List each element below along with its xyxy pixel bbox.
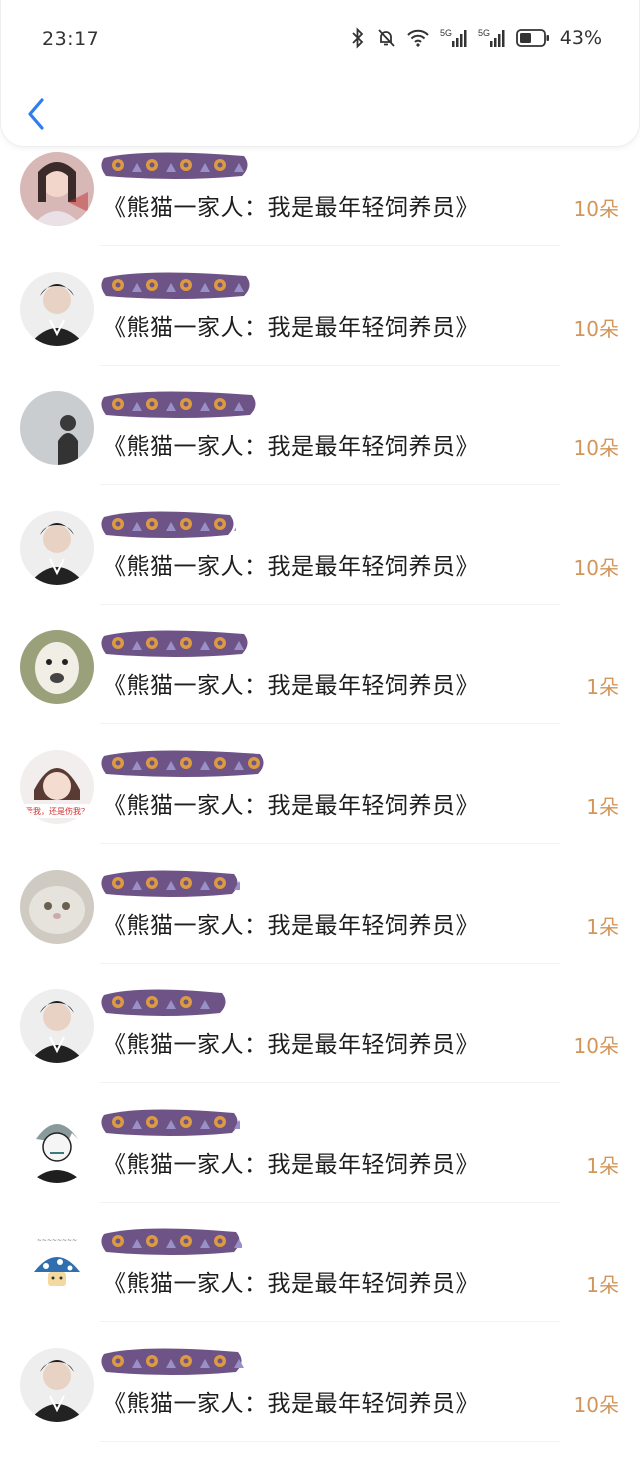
- gift-title: 《熊猫一家人：我是最年轻饲养员》: [103, 912, 479, 939]
- row-divider: [100, 603, 560, 605]
- flower-count: 10朵: [573, 197, 619, 221]
- avatar[interactable]: 爱我，还是伤我？: [20, 749, 94, 824]
- gift-title: 《熊猫一家人：我是最年轻饲养员》: [103, 1271, 479, 1298]
- 5g-signal-icon: 5G: [478, 28, 505, 47]
- gift-title: 《熊猫一家人：我是最年轻饲养员》: [103, 434, 479, 461]
- username-redaction: [100, 864, 244, 902]
- svg-text:爱我，还是伤我？: 爱我，还是伤我？: [25, 806, 89, 816]
- svg-text:5G: 5G: [440, 28, 452, 38]
- row-divider: [100, 1440, 560, 1442]
- row-divider: [100, 1201, 560, 1203]
- avatar[interactable]: [20, 989, 94, 1064]
- avatar[interactable]: [20, 391, 94, 466]
- username-redaction: [100, 1222, 244, 1260]
- username-redaction: [100, 1342, 244, 1380]
- row-divider: [100, 723, 560, 725]
- bluetooth-icon: [352, 27, 364, 49]
- row-divider: [100, 842, 560, 844]
- battery-icon: [515, 29, 549, 47]
- gift-title: 《熊猫一家人：我是最年轻饲养员》: [103, 553, 479, 580]
- avatar[interactable]: [20, 271, 94, 346]
- list-item[interactable]: 《熊猫一家人：我是最年轻饲养员》 10朵: [0, 1342, 640, 1462]
- 5g-signal-icon: 5G: [440, 28, 467, 47]
- gift-title: 《熊猫一家人：我是最年轻饲养员》: [103, 195, 479, 221]
- avatar[interactable]: [20, 1347, 94, 1422]
- svg-text:~~~~~~~~: ~~~~~~~~: [37, 1237, 77, 1244]
- flower-count: 10朵: [573, 1034, 619, 1059]
- username-redaction: [100, 983, 228, 1021]
- back-button[interactable]: [18, 92, 54, 136]
- chevron-left-icon: [28, 98, 44, 130]
- list-item[interactable]: 《熊猫一家人：我是最年轻饲养员》 10朵: [0, 146, 640, 266]
- gift-title: 《熊猫一家人：我是最年轻饲养员》: [103, 1151, 479, 1178]
- username-redaction: [100, 385, 258, 423]
- list-item[interactable]: 《熊猫一家人：我是最年轻饲养员》 10朵: [0, 385, 640, 505]
- gift-title: 《熊猫一家人：我是最年轻饲养员》: [103, 673, 479, 700]
- avatar[interactable]: [20, 1108, 94, 1183]
- username-redaction: [100, 505, 244, 543]
- gift-title: 《熊猫一家人：我是最年轻饲养员》: [103, 1390, 479, 1417]
- list-item[interactable]: 《熊猫一家人：我是最年轻饲养员》 1朵: [0, 864, 640, 984]
- list-item[interactable]: 《熊猫一家人：我是最年轻饲养员》 10朵: [0, 266, 640, 386]
- list-item[interactable]: ~~~~~~~~ 《熊猫一家人：我是最年轻饲养员》 1朵: [0, 1222, 640, 1342]
- wifi-icon: [407, 29, 429, 47]
- username-redaction: [100, 266, 252, 304]
- list-item[interactable]: 《熊猫一家人：我是最年轻饲养员》 10朵: [0, 983, 640, 1103]
- flower-count: 1朵: [586, 675, 619, 700]
- gift-title: 《熊猫一家人：我是最年轻饲养员》: [103, 314, 479, 341]
- list-item[interactable]: 《熊猫一家人：我是最年轻饲养员》 1朵: [0, 624, 640, 744]
- battery-percent: 43%: [559, 27, 602, 49]
- list-item[interactable]: 爱我，还是伤我？ 《熊猫一家人：我是最年轻饲养员》 1朵: [0, 744, 640, 864]
- username-redaction: [100, 744, 278, 782]
- list-item[interactable]: 《熊猫一家人：我是最年轻饲养员》 10朵: [0, 505, 640, 625]
- flower-count: 1朵: [586, 1153, 619, 1178]
- avatar[interactable]: [20, 869, 94, 944]
- flower-count: 1朵: [586, 914, 619, 939]
- username-redaction: [100, 624, 250, 662]
- avatar[interactable]: ~~~~~~~~: [20, 1228, 94, 1303]
- flower-count: 10朵: [573, 436, 619, 461]
- flower-count: 10朵: [573, 1392, 619, 1417]
- row-divider: [100, 484, 560, 486]
- avatar[interactable]: [20, 630, 94, 705]
- row-divider: [100, 962, 560, 964]
- flower-count: 10朵: [573, 555, 619, 580]
- flower-count: 1朵: [586, 794, 619, 819]
- row-divider: [100, 364, 560, 366]
- gift-title: 《熊猫一家人：我是最年轻饲养员》: [103, 792, 479, 819]
- avatar[interactable]: [20, 510, 94, 585]
- status-icons: 5G 5G 43%: [350, 27, 602, 49]
- flower-count: 10朵: [573, 316, 619, 341]
- row-divider: [100, 1082, 560, 1084]
- mute-icon: [378, 29, 395, 47]
- gift-record-list: 《熊猫一家人：我是最年轻饲养员》 10朵 《熊猫一家人：我是最年轻饲养员》 10朵 《熊…: [0, 146, 640, 1462]
- row-divider: [100, 245, 560, 246]
- username-redaction: [100, 1103, 244, 1141]
- avatar[interactable]: [20, 152, 94, 226]
- status-time: 23:17: [42, 28, 100, 50]
- gift-title: 《熊猫一家人：我是最年轻饲养员》: [103, 1032, 479, 1059]
- svg-text:5G: 5G: [478, 28, 490, 38]
- flower-count: 1朵: [586, 1273, 619, 1298]
- username-redaction: [100, 146, 250, 184]
- list-item[interactable]: 《熊猫一家人：我是最年轻饲养员》 1朵: [0, 1103, 640, 1223]
- status-bar: 23:17 5G 5G 43%: [0, 0, 640, 78]
- row-divider: [100, 1321, 560, 1323]
